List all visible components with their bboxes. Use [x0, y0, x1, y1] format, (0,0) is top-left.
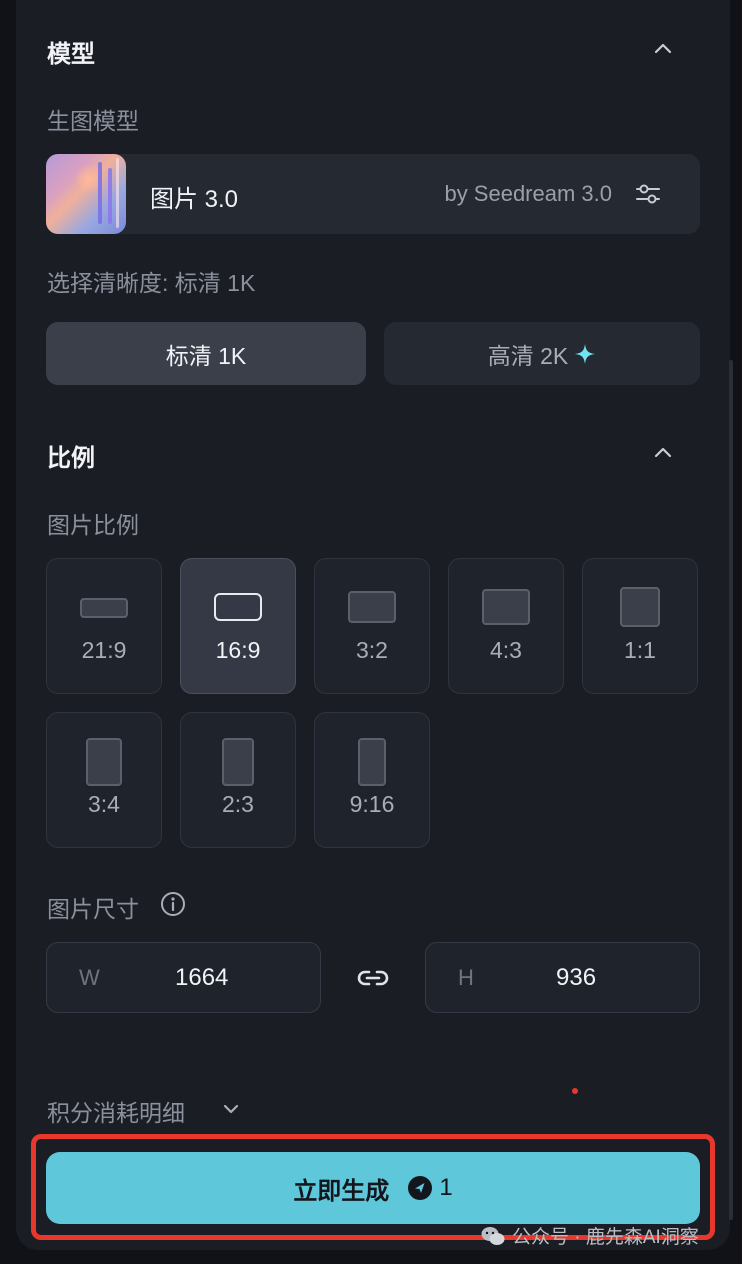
ratio-sub-label: 图片比例 — [47, 512, 139, 538]
generate-button[interactable]: 立即生成 1 — [46, 1152, 700, 1224]
ratio-shape — [86, 738, 122, 786]
ratio-label: 1:1 — [624, 637, 656, 663]
model-name: 图片 3.0 — [150, 186, 239, 213]
chevron-up-icon[interactable] — [650, 440, 676, 466]
ratio-option-21-9[interactable]: 21:9 — [46, 558, 162, 694]
ratio-option-3-4[interactable]: 3:4 — [46, 712, 162, 848]
ratio-shape — [358, 738, 386, 786]
resolution-option-1k[interactable]: 标清 1K — [46, 322, 366, 385]
model-provider: by Seedream 3.0 — [444, 181, 612, 206]
ratio-label: 9:16 — [349, 791, 395, 817]
credits-detail-toggle[interactable]: 积分消耗明细 — [47, 1094, 185, 1128]
wechat-icon — [481, 1226, 505, 1245]
ratio-option-4-3[interactable]: 4:3 — [448, 558, 564, 694]
image-size-label: 图片尺寸 — [47, 896, 139, 922]
sparkle-icon — [575, 343, 596, 364]
watermark: 公众号 · 鹿先森AI洞察 — [480, 1222, 699, 1249]
notification-dot — [572, 1088, 578, 1094]
ratio-label: 16:9 — [215, 637, 261, 663]
ratio-shape — [214, 593, 262, 621]
model-section-title: 模型 — [47, 41, 95, 68]
resolution-option-label: 高清 2K — [487, 342, 569, 369]
ratio-label: 21:9 — [81, 637, 127, 663]
ratio-label: 3:4 — [88, 791, 120, 817]
watermark-text: 公众号 · 鹿先森AI洞察 — [512, 1227, 699, 1248]
info-icon[interactable] — [160, 891, 186, 917]
height-value[interactable]: 936 — [556, 964, 596, 992]
ratio-option-16-9[interactable]: 16:9 — [180, 558, 296, 694]
ratio-option-3-2[interactable]: 3:2 — [314, 558, 430, 694]
resolution-label: 选择清晰度: 标清 1K — [47, 270, 256, 296]
height-field[interactable]: H 936 — [425, 942, 700, 1013]
width-field[interactable]: W 1664 — [46, 942, 321, 1013]
ratio-shape — [222, 738, 254, 786]
coin-icon — [408, 1176, 433, 1200]
generate-cost: 1 — [439, 1174, 453, 1201]
ratio-option-2-3[interactable]: 2:3 — [180, 712, 296, 848]
ratio-label: 2:3 — [222, 791, 254, 817]
ratio-option-1-1[interactable]: 1:1 — [582, 558, 698, 694]
link-icon[interactable] — [356, 965, 390, 991]
resolution-option-2k[interactable]: 高清 2K — [384, 322, 700, 385]
model-sub-label: 生图模型 — [47, 108, 139, 134]
ratio-label: 4:3 — [490, 637, 522, 663]
chevron-up-icon[interactable] — [650, 36, 676, 62]
ratio-shape — [482, 589, 530, 625]
ratio-option-9-16[interactable]: 9:16 — [314, 712, 430, 848]
model-thumbnail — [46, 154, 126, 234]
height-letter: H — [458, 965, 474, 990]
ratio-section-title: 比例 — [47, 445, 95, 472]
generate-label: 立即生成 — [293, 1177, 390, 1205]
resolution-option-label: 标清 1K — [165, 342, 247, 369]
ratio-shape — [348, 591, 396, 623]
ratio-shape — [620, 587, 660, 627]
width-letter: W — [79, 965, 100, 990]
scrollbar[interactable] — [729, 360, 733, 1220]
chevron-down-icon[interactable] — [220, 1098, 242, 1120]
ratio-label: 3:2 — [356, 637, 388, 663]
ratio-shape — [80, 598, 128, 618]
width-value[interactable]: 1664 — [175, 964, 228, 992]
model-selector-card[interactable]: 图片 3.0 by Seedream 3.0 — [46, 154, 700, 234]
settings-sliders-icon[interactable] — [634, 180, 662, 208]
